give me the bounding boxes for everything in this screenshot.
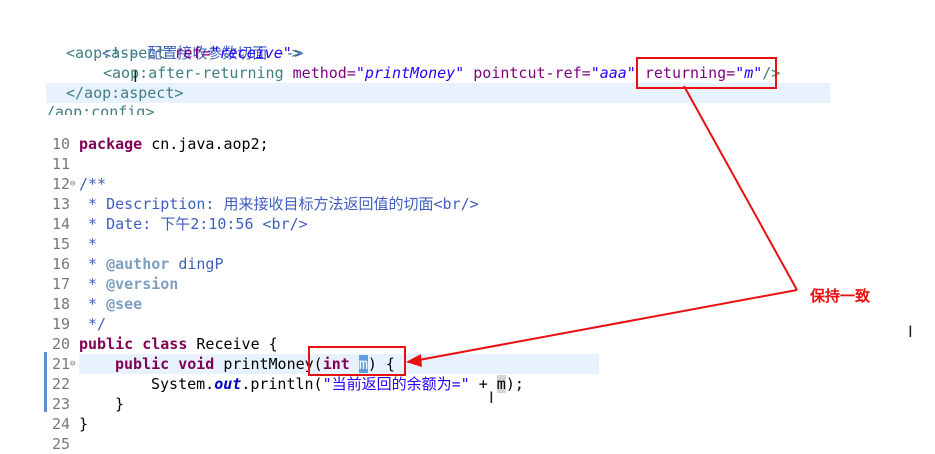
code-line-13: * Description: 用来接收目标方法返回值的切面<br/> bbox=[79, 194, 479, 214]
code-line-18: * @see bbox=[79, 294, 142, 314]
line-number: 22 bbox=[51, 375, 70, 393]
line-number: 25 bbox=[51, 435, 70, 453]
line-number: 14 bbox=[51, 215, 70, 233]
keyword: class bbox=[142, 335, 188, 353]
line-number: 21 bbox=[51, 355, 70, 373]
code-line-22: System.out.println("当前返回的余额为=" + m); bbox=[79, 374, 524, 394]
string-literal: "当前返回的余额为=" bbox=[322, 375, 470, 393]
javadoc-see-tag: @see bbox=[106, 295, 143, 313]
mouse-ibeam-icon: I bbox=[908, 322, 913, 341]
xml-aspect-tag: <aop:aspect bbox=[66, 44, 166, 62]
xml-aspect-close-tag: </aop:aspect> bbox=[66, 84, 184, 102]
highlight-box-param bbox=[308, 346, 406, 376]
xml-after-returning-tag: <aop:after-returning bbox=[103, 64, 284, 82]
line-number: 11 bbox=[51, 155, 70, 173]
code-line-14: * Date: 下午2:10:56 <br/> bbox=[79, 214, 308, 234]
text-cursor-icon: I bbox=[489, 388, 494, 407]
line-number: 20 bbox=[51, 335, 70, 353]
javadoc-author-name: dingP bbox=[169, 255, 224, 273]
xml-method-value: "printMoney" bbox=[355, 64, 465, 82]
xml-ref-value: "receive" bbox=[210, 44, 292, 62]
xml-method-attr: method= bbox=[292, 64, 356, 82]
code-line-17: * @version bbox=[79, 274, 178, 294]
line-number: 17 bbox=[51, 275, 70, 293]
line-number: 19 bbox=[51, 315, 70, 333]
javadoc-author-tag: @author bbox=[106, 255, 170, 273]
line-number: 18 bbox=[51, 295, 70, 313]
code-line-24: } bbox=[79, 414, 88, 434]
javadoc-star: * bbox=[79, 275, 98, 293]
keyword: package bbox=[79, 135, 143, 153]
class-close-brace: } bbox=[79, 415, 89, 433]
code-line-19: */ bbox=[79, 314, 106, 334]
javadoc-desc-label: * Description: bbox=[79, 195, 224, 213]
javadoc-open: /** bbox=[79, 175, 107, 193]
xml-editor-pane[interactable]: <!-- 配置接收参数切面 --> <aop:aspect ref="recei… bbox=[0, 0, 935, 122]
javadoc-desc-text: 用来接收目标方法返回值的切面<br/> bbox=[223, 195, 479, 213]
code-line-12: /** bbox=[79, 174, 106, 194]
package-name: cn.java.aop2; bbox=[142, 135, 269, 153]
class-name: Receive { bbox=[187, 335, 278, 353]
java-editor-pane[interactable]: 10 11 12 13 14 15 16 17 18 19 20 21 22 2… bbox=[0, 122, 935, 453]
javadoc-date-text: 下午2:10:56 <br/> bbox=[160, 215, 308, 233]
keyword: public bbox=[115, 355, 170, 373]
javadoc-star: * bbox=[79, 255, 98, 273]
fold-toggle-icon[interactable]: ⊖ bbox=[70, 174, 75, 194]
code-line-15: * bbox=[79, 234, 97, 254]
change-indicator-bar bbox=[44, 352, 47, 412]
line-number: 15 bbox=[51, 235, 70, 253]
line-number: 13 bbox=[51, 195, 70, 213]
xml-tag-close: > bbox=[291, 44, 301, 62]
println-call: .println( bbox=[241, 375, 323, 393]
line-number: 12 bbox=[51, 175, 70, 193]
code-line-16: * @author dingP bbox=[79, 254, 224, 274]
annotation-label: 保持一致 bbox=[810, 287, 871, 305]
xml-aspect-open-line: <aop:aspect ref="receive"> bbox=[66, 43, 301, 63]
xml-config-close-tag: /aop:config> bbox=[46, 103, 155, 115]
code-line-10: package cn.java.aop2; bbox=[79, 134, 269, 154]
xml-cut-line: /aop:config> bbox=[46, 103, 154, 115]
xml-comment-line: <!-- 配置接收参数切面 --> bbox=[66, 23, 303, 62]
line-number: 23 bbox=[51, 395, 70, 413]
line-number: 24 bbox=[51, 415, 70, 433]
system-ref: System. bbox=[151, 375, 215, 393]
text-cursor-icon: I bbox=[133, 67, 138, 86]
code-line-20: public class Receive { bbox=[79, 334, 278, 354]
fold-toggle-icon[interactable]: ⊖ bbox=[70, 354, 75, 374]
javadoc-date-label: * Date: bbox=[79, 215, 161, 233]
keyword: void bbox=[178, 355, 215, 373]
method-signature: printMoney( bbox=[214, 355, 323, 373]
javadoc-close: */ bbox=[79, 315, 107, 333]
xml-pointcut-attr: pointcut-ref= bbox=[473, 64, 591, 82]
statement-end: ); bbox=[505, 375, 524, 393]
param-occurrence: m bbox=[496, 375, 506, 393]
method-close-brace: } bbox=[115, 395, 125, 413]
out-field: out bbox=[214, 375, 242, 393]
line-number: 10 bbox=[51, 135, 70, 153]
javadoc-version-tag: @version bbox=[106, 275, 179, 293]
line-number: 16 bbox=[51, 255, 70, 273]
xml-pointcut-value: "aaa" bbox=[590, 64, 636, 82]
xml-ref-attr: ref= bbox=[174, 44, 211, 62]
code-line-23: } bbox=[79, 394, 124, 414]
keyword: public bbox=[79, 335, 134, 353]
highlight-box-returning bbox=[636, 57, 777, 89]
javadoc-star: * bbox=[79, 295, 98, 313]
javadoc-star: * bbox=[79, 235, 98, 253]
